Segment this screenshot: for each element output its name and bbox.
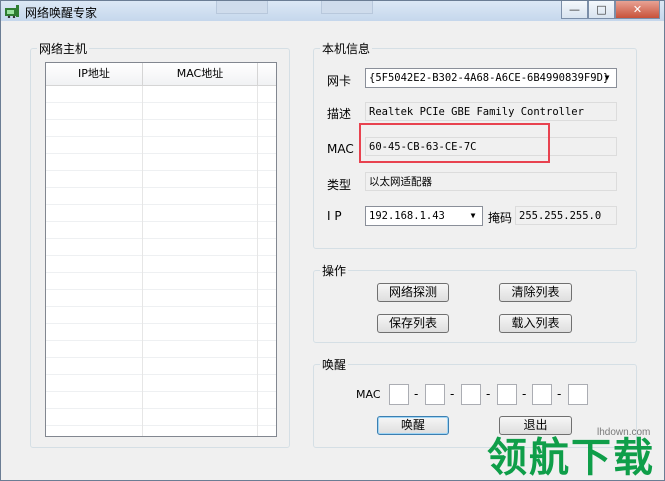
nic-select[interactable]: {5F5042E2-B302-4A68-A6CE-6B4990839F9D} ▼ — [365, 68, 617, 88]
clear-list-button[interactable]: 清除列表 — [499, 283, 572, 302]
watermark-logo: 领航下载 — [487, 435, 655, 481]
mask-field: 255.255.255.0 — [515, 206, 617, 225]
mac-octet-4-input[interactable] — [497, 384, 517, 405]
type-label: 类型 — [327, 178, 352, 192]
chevron-down-icon: ▼ — [470, 211, 476, 220]
column-mac[interactable]: MAC地址 — [143, 63, 258, 85]
operations-group: 操作 — [313, 262, 637, 343]
wake-mac-label: MAC — [356, 388, 381, 401]
mac-octet-2-input[interactable] — [425, 384, 445, 405]
title-bar[interactable]: 网络唤醒专家 — □ ✕ — [1, 1, 664, 21]
wake-title: 唤醒 — [320, 356, 349, 373]
annotation-highlight-box — [359, 123, 550, 163]
ip-label: I P — [327, 209, 342, 223]
operations-title: 操作 — [320, 262, 349, 279]
mac-separator: - — [486, 387, 491, 401]
desc-field: Realtek PCIe GBE Family Controller — [365, 102, 617, 121]
local-info-title: 本机信息 — [320, 40, 373, 57]
mac-separator: - — [557, 387, 562, 401]
background-window-fragment — [216, 1, 268, 14]
mac-separator: - — [414, 387, 419, 401]
mac-octet-6-input[interactable] — [568, 384, 588, 405]
maximize-button[interactable]: □ — [588, 1, 615, 19]
app-network-icon — [5, 5, 19, 18]
close-button[interactable]: ✕ — [615, 1, 660, 19]
exit-button[interactable]: 退出 — [499, 416, 572, 435]
mac-separator: - — [522, 387, 527, 401]
column-divider — [142, 86, 143, 436]
mac-octet-1-input[interactable] — [389, 384, 409, 405]
main-window: 网络唤醒专家 — □ ✕ 网络主机 IP地址 MAC地址 本机信息 网卡 {5F… — [0, 0, 665, 481]
ip-select-value: 192.168.1.43 — [369, 210, 445, 222]
mac-octet-5-input[interactable] — [532, 384, 552, 405]
ip-select[interactable]: 192.168.1.43 ▼ — [365, 206, 483, 226]
save-list-button[interactable]: 保存列表 — [377, 314, 449, 333]
chevron-down-icon: ▼ — [604, 73, 610, 82]
column-ip[interactable]: IP地址 — [46, 63, 143, 85]
host-list[interactable]: IP地址 MAC地址 — [45, 62, 277, 437]
mac-label: MAC — [327, 142, 354, 156]
network-probe-button[interactable]: 网络探测 — [377, 283, 449, 302]
host-list-header: IP地址 MAC地址 — [46, 63, 276, 86]
window-title: 网络唤醒专家 — [25, 6, 98, 20]
mac-separator: - — [450, 387, 455, 401]
nic-label: 网卡 — [327, 74, 352, 88]
background-window-fragment — [321, 1, 373, 14]
column-divider — [257, 86, 258, 436]
nic-select-value: {5F5042E2-B302-4A68-A6CE-6B4990839F9D} — [369, 72, 610, 84]
mac-octet-3-input[interactable] — [461, 384, 481, 405]
wake-button[interactable]: 唤醒 — [377, 416, 449, 435]
hosts-group-title: 网络主机 — [37, 40, 90, 57]
desc-label: 描述 — [327, 107, 352, 121]
mask-label: 掩码 — [488, 211, 513, 225]
host-list-body[interactable] — [46, 86, 276, 436]
load-list-button[interactable]: 载入列表 — [499, 314, 572, 333]
type-field: 以太网适配器 — [365, 172, 617, 191]
minimize-button[interactable]: — — [561, 1, 588, 19]
